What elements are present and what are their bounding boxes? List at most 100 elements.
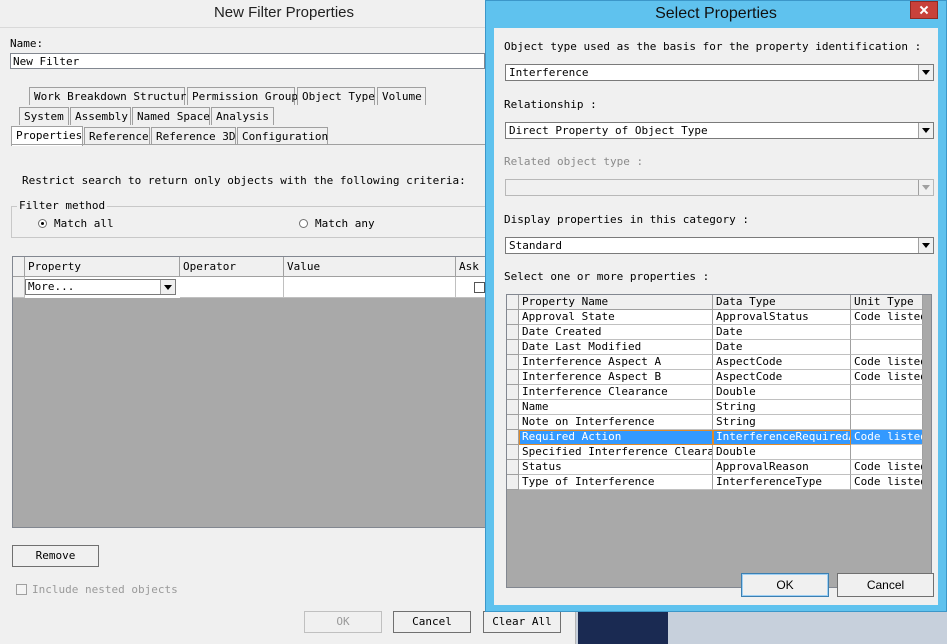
chevron-down-icon[interactable] [918,65,933,80]
cell-data-type[interactable]: AspectCode [713,370,851,385]
table-row[interactable]: Type of Interference InterferenceType Code… [507,475,931,490]
cell-unit-type[interactable] [851,445,923,460]
cell-property-name[interactable]: Interference Aspect A [519,355,713,370]
row-selector[interactable] [507,325,519,340]
display-category-combo[interactable]: Standard [505,237,934,254]
row-selector[interactable] [507,445,519,460]
criteria-grid[interactable]: Property Operator Value Ask More... [12,256,492,528]
row-selector[interactable] [507,400,519,415]
table-row[interactable]: Name String [507,400,931,415]
table-row[interactable]: Approval State ApprovalStatus Code listed [507,310,931,325]
row-selector[interactable] [507,355,519,370]
name-input[interactable]: New Filter [10,53,485,69]
cell-unit-type[interactable]: Code listed [851,355,923,370]
tab-named-space[interactable]: Named Space [132,107,210,125]
related-object-type-combo[interactable] [505,179,934,196]
cell-property-name[interactable]: Type of Interference [519,475,713,490]
tab-analysis[interactable]: Analysis [211,107,274,125]
cell-unit-type[interactable]: Code listed [851,370,923,385]
cell-unit-type[interactable] [851,385,923,400]
tab-volume[interactable]: Volume [377,87,426,105]
include-nested-checkbox[interactable] [16,584,27,595]
chevron-down-icon[interactable] [918,180,933,195]
cell-property-name[interactable]: Interference Clearance [519,385,713,400]
value-cell[interactable] [284,277,456,298]
row-selector[interactable] [507,340,519,355]
cell-data-type[interactable]: String [713,400,851,415]
cell-property-name[interactable]: Status [519,460,713,475]
row-selector[interactable] [507,430,519,445]
tab-system[interactable]: System [19,107,69,125]
row-selector[interactable] [507,460,519,475]
ok-button-disabled[interactable]: OK [304,611,382,633]
cell-unit-type[interactable]: Code listed [851,430,923,445]
tab-permission-group[interactable]: Permission Group [187,87,298,105]
cancel-button[interactable]: Cancel [393,611,471,633]
cell-unit-type[interactable]: Code listed [851,310,923,325]
cell-unit-type[interactable] [851,325,923,340]
table-row[interactable]: Required Action InterferenceRequiredAc Cod… [507,430,931,445]
cell-unit-type[interactable] [851,400,923,415]
cell-unit-type[interactable]: Code listed [851,460,923,475]
tab-work-breakdown-structure[interactable]: Work Breakdown Structure [29,87,193,105]
clear-all-button[interactable]: Clear All [483,611,561,633]
object-type-combo[interactable]: Interference [505,64,934,81]
tab-assembly[interactable]: Assembly [70,107,131,125]
operator-cell[interactable] [180,277,284,298]
cancel-button[interactable]: Cancel [837,573,934,597]
cell-data-type[interactable]: AspectCode [713,355,851,370]
criteria-row[interactable]: More... [13,277,491,298]
table-row[interactable]: Interference Aspect A AspectCode Code list… [507,355,931,370]
close-icon[interactable] [910,1,938,19]
chevron-down-icon[interactable] [160,280,175,294]
ok-button[interactable]: OK [741,573,829,597]
properties-grid[interactable]: Property Name Data Type Unit Type Approv… [506,294,932,588]
cell-data-type[interactable]: InterferenceType [713,475,851,490]
cell-data-type[interactable]: ApprovalStatus [713,310,851,325]
cell-unit-type[interactable] [851,340,923,355]
table-row[interactable]: Date Last Modified Date [507,340,931,355]
cell-property-name[interactable]: Specified Interference Clearance [519,445,713,460]
cell-data-type[interactable]: InterferenceRequiredAc [713,430,851,445]
property-combo[interactable]: More... [25,279,176,295]
cell-data-type[interactable]: Date [713,325,851,340]
cell-data-type[interactable]: Date [713,340,851,355]
cell-property-name[interactable]: Note on Interference [519,415,713,430]
cell-data-type[interactable]: ApprovalReason [713,460,851,475]
table-row[interactable]: Interference Clearance Double [507,385,931,400]
cell-property-name[interactable]: Interference Aspect B [519,370,713,385]
table-row[interactable]: Note on Interference String [507,415,931,430]
row-selector[interactable] [507,310,519,325]
column-header-data-type[interactable]: Data Type [713,295,851,310]
table-row[interactable]: Status ApprovalReason Code listed [507,460,931,475]
chevron-down-icon[interactable] [918,123,933,138]
row-selector[interactable] [13,277,25,298]
cell-data-type[interactable]: Double [713,445,851,460]
tab-reference-3d[interactable]: Reference 3D [151,127,236,145]
relationship-combo[interactable]: Direct Property of Object Type [505,122,934,139]
row-selector[interactable] [507,370,519,385]
cell-property-name[interactable]: Approval State [519,310,713,325]
tab-reference[interactable]: Reference [84,127,150,145]
match-any-label[interactable]: Match any [315,217,375,230]
ask-checkbox[interactable] [474,282,485,293]
column-header-property[interactable]: Property [25,257,180,277]
cell-unit-type[interactable]: Code listed [851,475,923,490]
tab-properties[interactable]: Properties [11,126,83,146]
remove-button[interactable]: Remove [12,545,99,567]
match-any-radio[interactable] [299,219,308,228]
row-selector[interactable] [507,385,519,400]
cell-unit-type[interactable] [851,415,923,430]
table-row[interactable]: Interference Aspect B AspectCode Code list… [507,370,931,385]
row-selector[interactable] [507,475,519,490]
match-all-label[interactable]: Match all [54,217,114,230]
column-header-operator[interactable]: Operator [180,257,284,277]
cell-property-name[interactable]: Required Action [519,430,713,445]
row-selector[interactable] [507,415,519,430]
match-all-radio[interactable] [38,219,47,228]
cell-data-type[interactable]: Double [713,385,851,400]
column-header-unit-type[interactable]: Unit Type [851,295,923,310]
table-row[interactable]: Specified Interference Clearance Double [507,445,931,460]
tab-object-type[interactable]: Object Type [297,87,375,105]
cell-property-name[interactable]: Date Created [519,325,713,340]
